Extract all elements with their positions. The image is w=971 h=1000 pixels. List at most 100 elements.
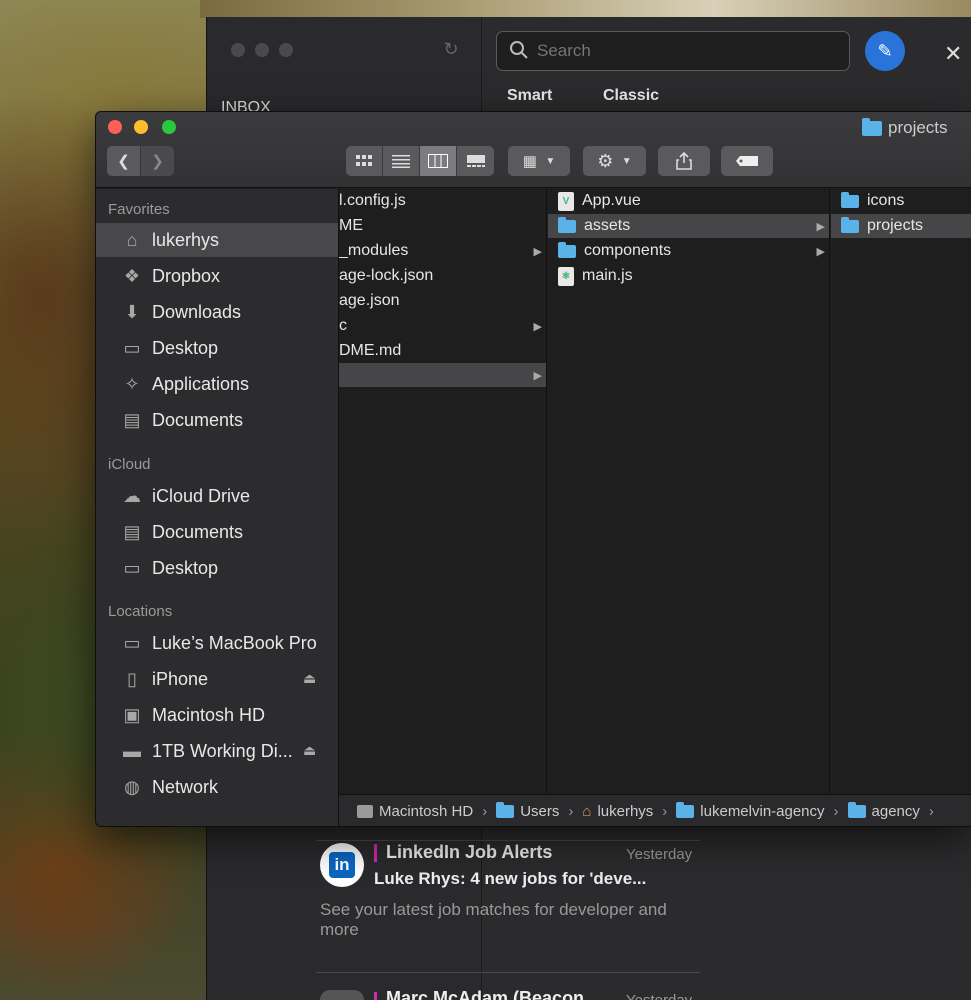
compose-button[interactable]: ✎ [865, 31, 905, 71]
folder-icon [862, 117, 882, 136]
gallery-view-button[interactable] [457, 146, 494, 176]
sidebar-item-applications[interactable]: ✧ Applications [96, 367, 338, 401]
chevron-down-icon: ▼ [621, 155, 632, 167]
folder-icon [676, 802, 695, 818]
file-name: main.js [582, 267, 633, 284]
message-sender[interactable]: LinkedIn Job Alerts [386, 842, 552, 863]
sidebar-item-icloud-drive[interactable]: ☁ iCloud Drive [96, 479, 338, 513]
message-divider [316, 972, 700, 973]
icon-view-button[interactable] [346, 146, 383, 176]
list-view-button[interactable] [383, 146, 420, 176]
path-label: lukemelvin-agency [700, 803, 825, 820]
sidebar-item-icloud-desktop[interactable]: ▭ Desktop [96, 551, 338, 585]
disclosure-arrow-icon: ▶ [533, 369, 542, 382]
sidebar-item-iphone[interactable]: ▯ iPhone [96, 662, 338, 696]
path-item-macintosh-hd[interactable]: Macintosh HD [357, 803, 473, 820]
message-subject[interactable]: Luke Rhys: 4 new jobs for 'deve... [374, 869, 646, 889]
close-button[interactable] [108, 120, 122, 134]
sidebar-item-label: Macintosh HD [152, 704, 266, 725]
sidebar-item-macintosh-hd[interactable]: ▣ Macintosh HD [96, 698, 338, 732]
share-button[interactable] [658, 146, 710, 176]
folder-icon [841, 191, 859, 208]
eject-icon[interactable]: ⏏ [303, 742, 316, 759]
disclosure-arrow-icon: ▶ [816, 220, 825, 233]
finder-column-2: V App.vue assets ▶ components ▶ ⚛ main.j… [548, 189, 830, 794]
forward-button[interactable]: ❯ [141, 146, 174, 176]
minimize-button[interactable] [134, 120, 148, 134]
path-item-lukerhys[interactable]: ⌂ lukerhys [582, 803, 653, 820]
sidebar-item-desktop[interactable]: ▭ Desktop [96, 331, 338, 365]
tab-smart[interactable]: Smart [507, 87, 552, 105]
desktop-icon: ▭ [123, 558, 141, 578]
category-marker [374, 992, 377, 1000]
folder-name: c [339, 317, 347, 334]
mail-search-field[interactable] [496, 31, 850, 71]
arrange-button[interactable]: ▦ ▼ [508, 146, 570, 176]
folder-name: icons [867, 192, 905, 209]
mail-close-dot[interactable] [231, 43, 245, 57]
back-button[interactable]: ❮ [107, 146, 140, 176]
list-item-selected[interactable]: ▶ [339, 363, 546, 387]
list-item-selected[interactable]: projects [831, 214, 971, 238]
mail-minimize-dot[interactable] [255, 43, 269, 57]
sidebar-item-label: iCloud Drive [152, 485, 251, 506]
file-name: age-lock.json [339, 267, 434, 284]
sidebar-item-downloads[interactable]: ⬇ Downloads [96, 295, 338, 329]
path-item-lukemelvin-agency[interactable]: lukemelvin-agency [676, 802, 825, 820]
folder-icon [847, 802, 866, 818]
sidebar-item-label: iPhone [152, 668, 209, 689]
view-mode-control [346, 146, 494, 176]
tag-icon [736, 156, 758, 166]
sidebar-item-external-drive[interactable]: ▬ 1TB Working Di... [96, 734, 338, 768]
list-item[interactable]: _modules ▶ [339, 239, 546, 263]
folder-name: _modules [339, 242, 409, 259]
finder-column-3: icons projects [831, 189, 971, 794]
linkedin-icon: in [329, 852, 355, 878]
sidebar-item-icloud-documents[interactable]: ▤ Documents [96, 515, 338, 549]
list-item[interactable]: ⚛ main.js [548, 264, 829, 288]
action-button[interactable]: ⚙ ▼ [583, 146, 646, 176]
tags-button[interactable] [721, 146, 773, 176]
path-label: agency [871, 803, 920, 820]
mail-zoom-dot[interactable] [279, 43, 293, 57]
eject-icon[interactable]: ⏏ [303, 670, 316, 687]
zoom-button[interactable] [162, 120, 176, 134]
sidebar-item-dropbox[interactable]: ❖ Dropbox [96, 259, 338, 293]
sidebar-item-network[interactable]: ◍ Network [96, 770, 338, 804]
chevron-right-icon: › [928, 803, 934, 820]
sidebar-heading-favorites: Favorites [108, 201, 170, 218]
message-sender[interactable]: Marc McAdam (Beacon... [386, 988, 599, 1000]
search-input[interactable] [537, 41, 817, 61]
list-item[interactable]: age-lock.json [339, 264, 546, 288]
folder-icon [558, 241, 576, 258]
finder-toolbar: projects ❮ ❯ ▦ ▼ ⚙ ▼ [96, 112, 971, 188]
pencil-icon: ✎ [877, 41, 893, 61]
list-item[interactable]: ME [339, 214, 546, 238]
list-item[interactable]: components ▶ [548, 239, 829, 263]
list-item[interactable]: age.json [339, 289, 546, 313]
chevron-right-icon: › [662, 803, 668, 820]
close-icon[interactable]: ✕ [944, 41, 962, 67]
sidebar-item-label: lukerhys [152, 229, 220, 250]
list-item-selected[interactable]: assets ▶ [548, 214, 829, 238]
list-item[interactable]: l.config.js [339, 189, 546, 213]
message-date: Yesterday [626, 992, 692, 1000]
finder-sidebar: Favorites ⌂ lukerhys ❖ Dropbox ⬇ Downloa… [96, 189, 339, 826]
path-item-users[interactable]: Users [496, 802, 559, 820]
search-icon [509, 40, 531, 62]
list-item[interactable]: c ▶ [339, 314, 546, 338]
external-drive-icon: ▬ [123, 741, 141, 761]
sidebar-item-macbook[interactable]: ▭ Luke’s MacBook Pro [96, 626, 338, 660]
downloads-icon: ⬇ [124, 302, 140, 322]
tab-classic[interactable]: Classic [603, 87, 659, 105]
list-item[interactable]: DME.md [339, 339, 546, 363]
share-icon [676, 152, 692, 170]
chevron-right-icon: ❯ [151, 153, 164, 170]
refresh-icon[interactable]: ↻ [441, 39, 461, 59]
sidebar-item-lukerhys[interactable]: ⌂ lukerhys [96, 223, 338, 257]
sidebar-item-documents[interactable]: ▤ Documents [96, 403, 338, 437]
path-item-agency[interactable]: agency [847, 802, 920, 820]
list-item[interactable]: V App.vue [548, 189, 829, 213]
list-item[interactable]: icons [831, 189, 971, 213]
column-view-button[interactable] [420, 146, 457, 176]
